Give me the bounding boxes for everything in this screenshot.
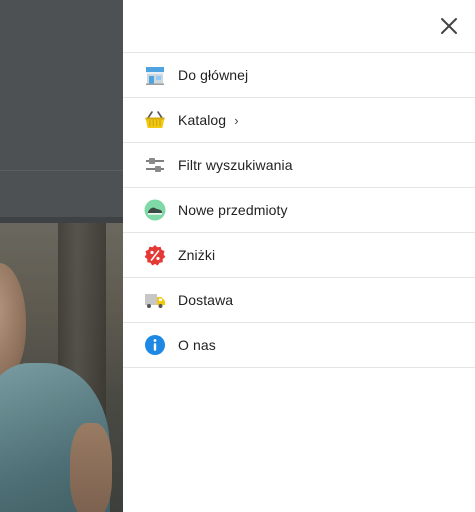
- close-icon[interactable]: [437, 14, 461, 38]
- delivery-truck-icon: [144, 289, 166, 311]
- chevron-right-icon: ›: [234, 113, 239, 128]
- background-header: [0, 0, 123, 218]
- store-icon: [144, 64, 166, 86]
- info-icon: [144, 334, 166, 356]
- menu-label-home: Do głównej: [178, 67, 249, 83]
- menu-item-catalog[interactable]: Katalog ›: [123, 98, 475, 143]
- menu-item-delivery[interactable]: Dostawa: [123, 278, 475, 323]
- menu-item-about[interactable]: O nas: [123, 323, 475, 368]
- menu-label-about: O nas: [178, 337, 216, 353]
- menu-label-new-items: Nowe przedmioty: [178, 202, 288, 218]
- background-divider: [0, 170, 123, 171]
- drawer-header: [123, 0, 475, 53]
- background-hero-photo: [0, 223, 123, 512]
- sliders-icon: [144, 154, 166, 176]
- menu-item-discounts[interactable]: Zniżki: [123, 233, 475, 278]
- menu-item-search-filter[interactable]: Filtr wyszukiwania: [123, 143, 475, 188]
- basket-icon: [144, 109, 166, 131]
- menu-item-new-items[interactable]: Nowe przedmioty: [123, 188, 475, 233]
- menu-label-search-filter: Filtr wyszukiwania: [178, 157, 293, 173]
- menu-list: Do głównej Katalog › Filtr wyszukiwania …: [123, 53, 475, 368]
- sneaker-icon: [144, 199, 166, 221]
- menu-label-catalog: Katalog: [178, 112, 227, 128]
- menu-item-home[interactable]: Do głównej: [123, 53, 475, 98]
- menu-label-delivery: Dostawa: [178, 292, 234, 308]
- side-menu-drawer: Do głównej Katalog › Filtr wyszukiwania …: [123, 0, 475, 512]
- menu-label-discounts: Zniżki: [178, 247, 216, 263]
- discount-badge-icon: [144, 244, 166, 266]
- photo-person-arm: [70, 423, 112, 512]
